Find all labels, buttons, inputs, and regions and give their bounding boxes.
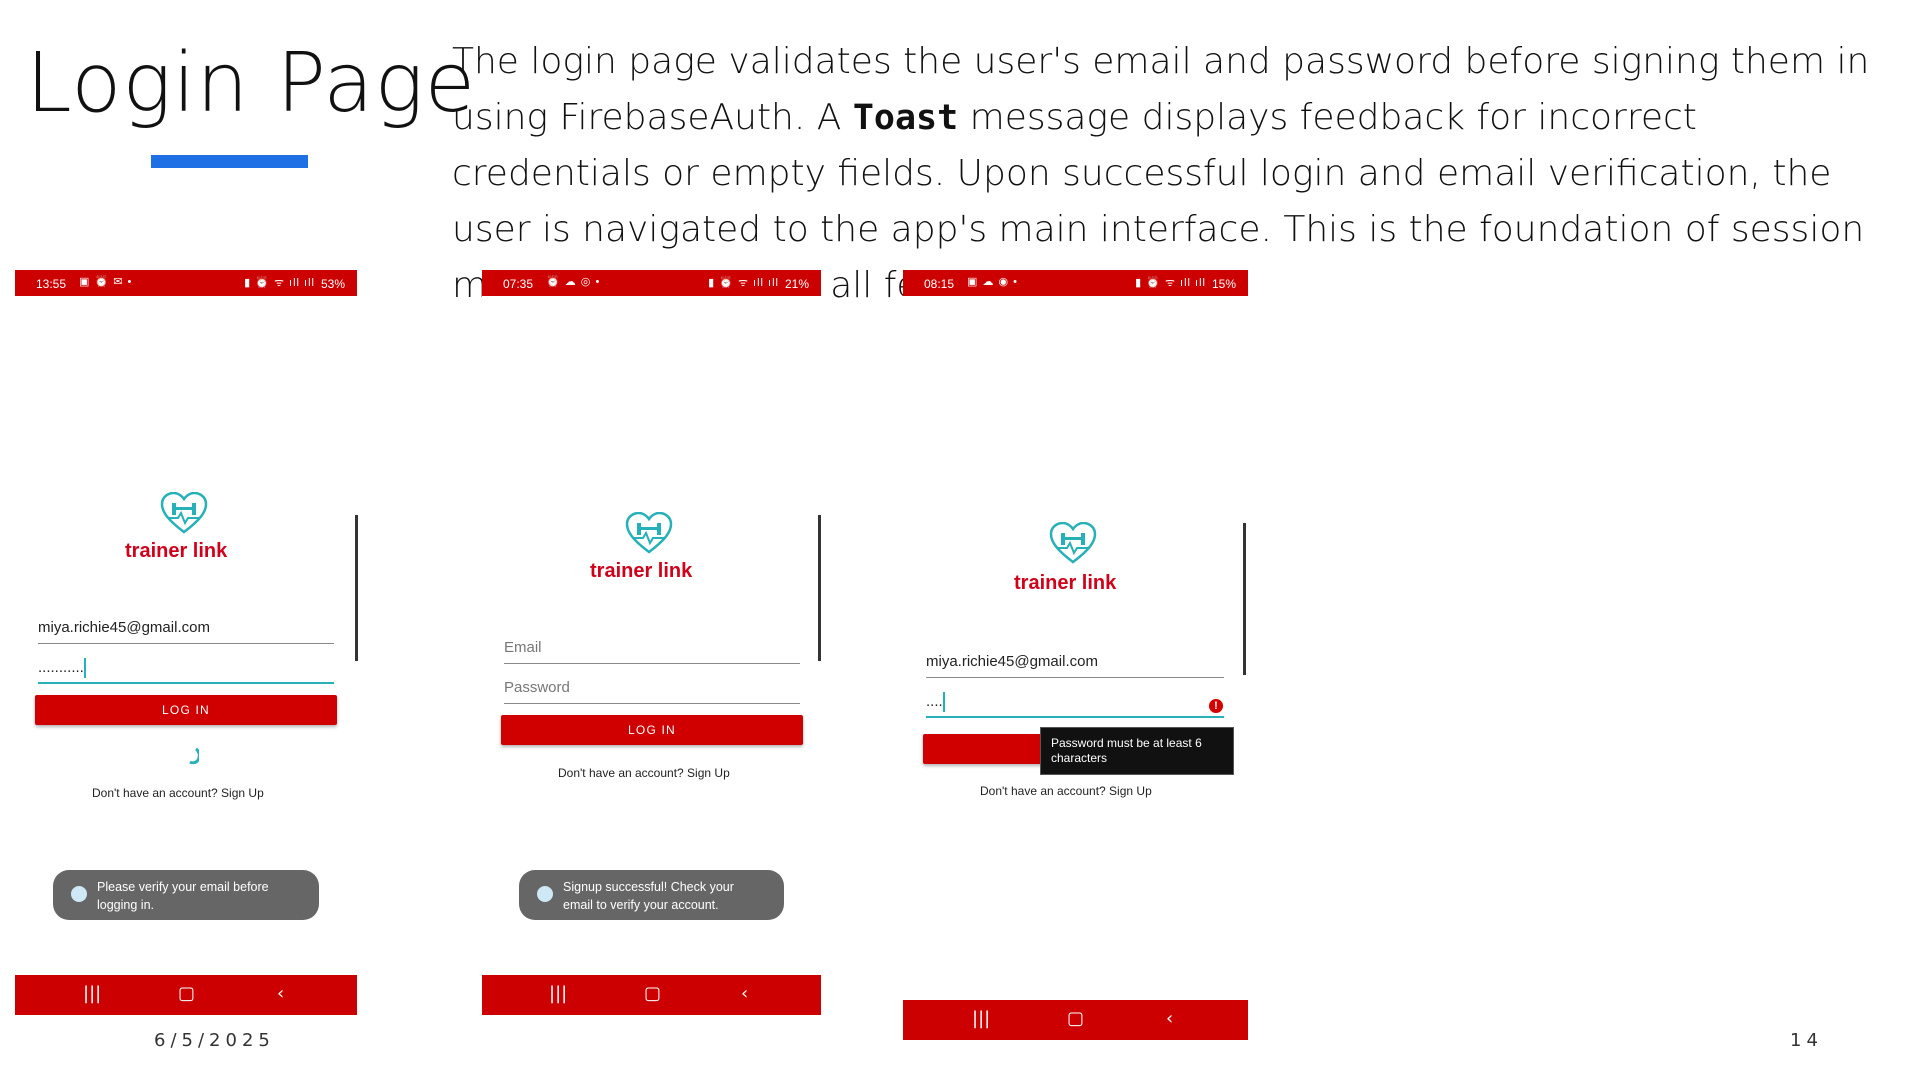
login-button[interactable]: LOG IN <box>35 695 337 725</box>
slide-page-number: 14 <box>1790 1030 1823 1051</box>
toast-line-2: logging in. <box>97 898 154 912</box>
heart-dumbbell-logo-icon <box>1049 522 1097 564</box>
slide-title: Login Page <box>26 36 477 131</box>
error-line-1: Password must be at least 6 <box>1051 736 1202 750</box>
status-bar: 07:35 ⏰ ☁ ◎ • ▮ ⏰ ᯤ ıll ıll 21% <box>482 270 821 296</box>
email-field[interactable]: miya.richie45@gmail.com <box>926 653 1224 678</box>
password-value: ........... <box>38 658 84 676</box>
signup-link[interactable]: Don't have an account? Sign Up <box>980 784 1152 798</box>
scrollbar[interactable] <box>1243 523 1246 675</box>
slide-date: 6/5/2025 <box>154 1030 275 1051</box>
signal-icons: ▮ ⏰ ᯤ ıll ıll <box>708 277 779 289</box>
password-field[interactable]: ........... <box>38 658 334 684</box>
nav-bar: ||| ▢ ‹ <box>903 1000 1248 1040</box>
home-icon[interactable]: ▢ <box>1067 1008 1084 1029</box>
toast-line-1: Signup successful! Check your <box>563 880 734 894</box>
battery-level: 53% <box>320 277 345 291</box>
error-icon: ! <box>1209 699 1223 713</box>
phone-screenshot-2: 07:35 ⏰ ☁ ◎ • ▮ ⏰ ᯤ ıll ıll 21% trainer … <box>482 270 821 1015</box>
app-icon <box>71 886 87 902</box>
error-tooltip: Password must be at least 6 characters <box>1040 727 1234 775</box>
error-line-2: characters <box>1051 751 1108 765</box>
email-field[interactable]: miya.richie45@gmail.com <box>38 619 334 644</box>
status-time: 08:15 <box>924 277 955 291</box>
scrollbar[interactable] <box>355 515 358 661</box>
brand-name: trainer link <box>1014 572 1117 594</box>
password-value: .... <box>926 692 943 710</box>
signup-link[interactable]: Don't have an account? Sign Up <box>558 766 730 780</box>
heart-dumbbell-logo-icon <box>625 512 673 554</box>
toast-text: Signup successful! Check your email to ve… <box>563 878 734 914</box>
battery-level: 21% <box>784 277 809 291</box>
status-bar: 13:55 ▣ ⏰ ✉ • ▮ ⏰ ᯤ ıll ıll 53% <box>15 270 357 296</box>
nav-bar: ||| ▢ ‹ <box>482 975 821 1015</box>
recents-icon[interactable]: ||| <box>83 983 101 1004</box>
signal-icons: ▮ ⏰ ᯤ ıll ıll <box>1135 277 1206 289</box>
toast-line-2: email to verify your account. <box>563 898 719 912</box>
back-icon[interactable]: ‹ <box>277 983 284 1004</box>
nav-bar: ||| ▢ ‹ <box>15 975 357 1015</box>
recents-icon[interactable]: ||| <box>972 1008 990 1029</box>
back-icon[interactable]: ‹ <box>741 983 748 1004</box>
toast-line-1: Please verify your email before <box>97 880 269 894</box>
notification-icons: ⏰ ☁ ◎ • <box>546 276 601 288</box>
loading-spinner-icon <box>189 748 199 764</box>
password-placeholder: Password <box>504 679 570 696</box>
back-icon[interactable]: ‹ <box>1166 1008 1173 1029</box>
title-underline <box>151 155 308 168</box>
login-button[interactable]: LOG IN <box>501 715 803 745</box>
phone-screenshot-3: 08:15 ▣ ☁ ◉ • ▮ ⏰ ᯤ ıll ıll 15% trainer … <box>903 270 1248 1042</box>
email-placeholder: Email <box>504 639 542 656</box>
brand-name: trainer link <box>590 560 693 582</box>
signal-icons: ▮ ⏰ ᯤ ıll ıll <box>244 277 315 289</box>
description-code: Toast <box>852 98 959 138</box>
scrollbar[interactable] <box>818 515 821 661</box>
password-field[interactable]: .... <box>926 692 1224 718</box>
status-time: 07:35 <box>503 277 534 291</box>
text-caret <box>83 658 86 678</box>
email-value: miya.richie45@gmail.com <box>926 653 1098 670</box>
status-bar: 08:15 ▣ ☁ ◉ • ▮ ⏰ ᯤ ıll ıll 15% <box>903 270 1248 296</box>
toast-message: Signup successful! Check your email to ve… <box>519 870 784 920</box>
home-icon[interactable]: ▢ <box>178 983 195 1004</box>
signup-link[interactable]: Don't have an account? Sign Up <box>92 786 264 800</box>
toast-text: Please verify your email before logging i… <box>97 878 269 914</box>
recents-icon[interactable]: ||| <box>549 983 567 1004</box>
status-time: 13:55 <box>36 277 67 291</box>
email-field[interactable]: Email <box>504 639 800 664</box>
phone-screenshot-1: 13:55 ▣ ⏰ ✉ • ▮ ⏰ ᯤ ıll ıll 53% trainer … <box>15 270 358 1015</box>
email-value: miya.richie45@gmail.com <box>38 619 210 636</box>
home-icon[interactable]: ▢ <box>644 983 661 1004</box>
notification-icons: ▣ ⏰ ✉ • <box>79 276 133 288</box>
text-caret <box>942 692 945 712</box>
toast-message: Please verify your email before logging i… <box>53 870 319 920</box>
password-field[interactable]: Password <box>504 679 800 704</box>
battery-level: 15% <box>1211 277 1236 291</box>
notification-icons: ▣ ☁ ◉ • <box>967 276 1019 288</box>
app-icon <box>537 886 553 902</box>
heart-dumbbell-logo-icon <box>160 492 208 534</box>
brand-name: trainer link <box>125 540 228 562</box>
